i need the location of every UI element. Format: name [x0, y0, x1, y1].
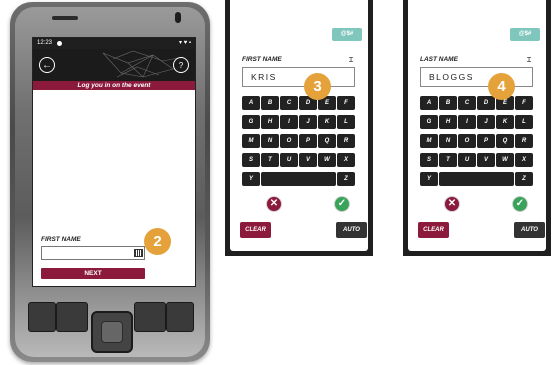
first-name-input[interactable]: KRIS — [242, 67, 355, 87]
status-icons: ▾ ♥ ▪ — [178, 40, 191, 46]
space-key[interactable] — [439, 172, 514, 186]
key-f[interactable]: F — [337, 96, 355, 110]
key-h[interactable]: H — [261, 115, 279, 129]
hardware-buttons — [28, 302, 194, 353]
text-cursor-icon: ⌶ — [526, 55, 532, 64]
key-o[interactable]: O — [458, 134, 476, 148]
step-badge-3: 3 — [304, 73, 331, 100]
symbols-button[interactable]: @$# — [332, 28, 362, 41]
key-x[interactable]: X — [515, 153, 533, 167]
keyboard-panel-last-name: @$# LAST NAME ⌶ BLOGGS A B C D E F G H I… — [403, 0, 551, 256]
cancel-x-icon[interactable]: ✕ — [266, 196, 282, 212]
confirm-check-icon[interactable]: ✓ — [512, 196, 528, 212]
key-k[interactable]: K — [318, 115, 336, 129]
device-screen: 12:23 ▾ ♥ ▪ ← ? Log you in on the event … — [32, 37, 196, 287]
first-name-label: FIRST NAME — [41, 236, 81, 243]
key-x[interactable]: X — [337, 153, 355, 167]
step-badge-2: 2 — [144, 228, 171, 255]
space-key[interactable] — [261, 172, 336, 186]
hw-key-right-inner[interactable] — [134, 302, 166, 332]
key-y[interactable]: Y — [242, 172, 260, 186]
key-s[interactable]: S — [242, 153, 260, 167]
keyboard-card: @$# FIRST NAME ⌶ KRIS A B C D E F G H I … — [230, 0, 368, 251]
key-t[interactable]: T — [261, 153, 279, 167]
keyboard-panel-first-name: @$# FIRST NAME ⌶ KRIS A B C D E F G H I … — [225, 0, 373, 256]
text-cursor-icon: ⌶ — [348, 55, 354, 64]
last-name-label: LAST NAME — [420, 56, 458, 63]
key-v[interactable]: V — [299, 153, 317, 167]
key-o[interactable]: O — [280, 134, 298, 148]
confirm-check-icon[interactable]: ✓ — [334, 196, 350, 212]
key-v[interactable]: V — [477, 153, 495, 167]
key-a[interactable]: A — [242, 96, 260, 110]
symbols-button[interactable]: @$# — [510, 28, 540, 41]
handheld-device: 12:23 ▾ ♥ ▪ ← ? Log you in on the event … — [10, 2, 210, 362]
back-arrow-icon[interactable]: ← — [39, 57, 55, 73]
key-n[interactable]: N — [439, 134, 457, 148]
status-bar: 12:23 ▾ ♥ ▪ — [33, 38, 195, 49]
key-j[interactable]: J — [477, 115, 495, 129]
key-l[interactable]: L — [515, 115, 533, 129]
hw-key-left-inner[interactable] — [56, 302, 88, 332]
key-h[interactable]: H — [439, 115, 457, 129]
keyboard-icon[interactable] — [134, 249, 143, 257]
camera-icon — [175, 12, 181, 23]
key-y[interactable]: Y — [420, 172, 438, 186]
auto-button[interactable]: AUTO — [336, 222, 367, 238]
key-c[interactable]: C — [458, 96, 476, 110]
first-name-label: FIRST NAME — [242, 56, 282, 63]
last-name-input[interactable]: BLOGGS — [420, 67, 533, 87]
key-q[interactable]: Q — [496, 134, 514, 148]
notification-icon — [57, 41, 62, 46]
next-button[interactable]: NEXT — [41, 268, 145, 279]
key-r[interactable]: R — [337, 134, 355, 148]
key-n[interactable]: N — [261, 134, 279, 148]
key-z[interactable]: Z — [515, 172, 533, 186]
key-p[interactable]: P — [299, 134, 317, 148]
key-i[interactable]: I — [280, 115, 298, 129]
key-q[interactable]: Q — [318, 134, 336, 148]
key-l[interactable]: L — [337, 115, 355, 129]
hw-key-center[interactable] — [91, 311, 133, 353]
key-s[interactable]: S — [420, 153, 438, 167]
key-z[interactable]: Z — [337, 172, 355, 186]
step-badge-4: 4 — [488, 73, 515, 100]
key-u[interactable]: U — [458, 153, 476, 167]
app-header: ← ? — [33, 49, 195, 81]
key-a[interactable]: A — [420, 96, 438, 110]
key-i[interactable]: I — [458, 115, 476, 129]
key-w[interactable]: W — [496, 153, 514, 167]
key-c[interactable]: C — [280, 96, 298, 110]
key-u[interactable]: U — [280, 153, 298, 167]
keyboard-card: @$# LAST NAME ⌶ BLOGGS A B C D E F G H I… — [408, 0, 546, 251]
network-pattern-graphic — [102, 50, 184, 78]
hw-key-right-outer[interactable] — [166, 302, 194, 332]
key-j[interactable]: J — [299, 115, 317, 129]
key-w[interactable]: W — [318, 153, 336, 167]
key-p[interactable]: P — [477, 134, 495, 148]
key-m[interactable]: M — [420, 134, 438, 148]
clear-button[interactable]: CLEAR — [418, 222, 449, 238]
banner-title: Log you in on the event — [33, 81, 195, 90]
hw-key-center-inner — [101, 321, 123, 343]
key-m[interactable]: M — [242, 134, 260, 148]
first-name-field[interactable] — [41, 246, 145, 260]
key-k[interactable]: K — [496, 115, 514, 129]
key-f[interactable]: F — [515, 96, 533, 110]
key-g[interactable]: G — [420, 115, 438, 129]
speaker-grille — [52, 16, 78, 20]
hw-key-left-outer[interactable] — [28, 302, 56, 332]
key-t[interactable]: T — [439, 153, 457, 167]
question-icon[interactable]: ? — [173, 57, 189, 73]
clear-button[interactable]: CLEAR — [240, 222, 271, 238]
key-d[interactable]: D — [477, 96, 495, 110]
auto-button[interactable]: AUTO — [514, 222, 545, 238]
key-b[interactable]: B — [439, 96, 457, 110]
key-r[interactable]: R — [515, 134, 533, 148]
cancel-x-icon[interactable]: ✕ — [444, 196, 460, 212]
key-g[interactable]: G — [242, 115, 260, 129]
key-b[interactable]: B — [261, 96, 279, 110]
status-time: 12:23 — [37, 40, 53, 46]
